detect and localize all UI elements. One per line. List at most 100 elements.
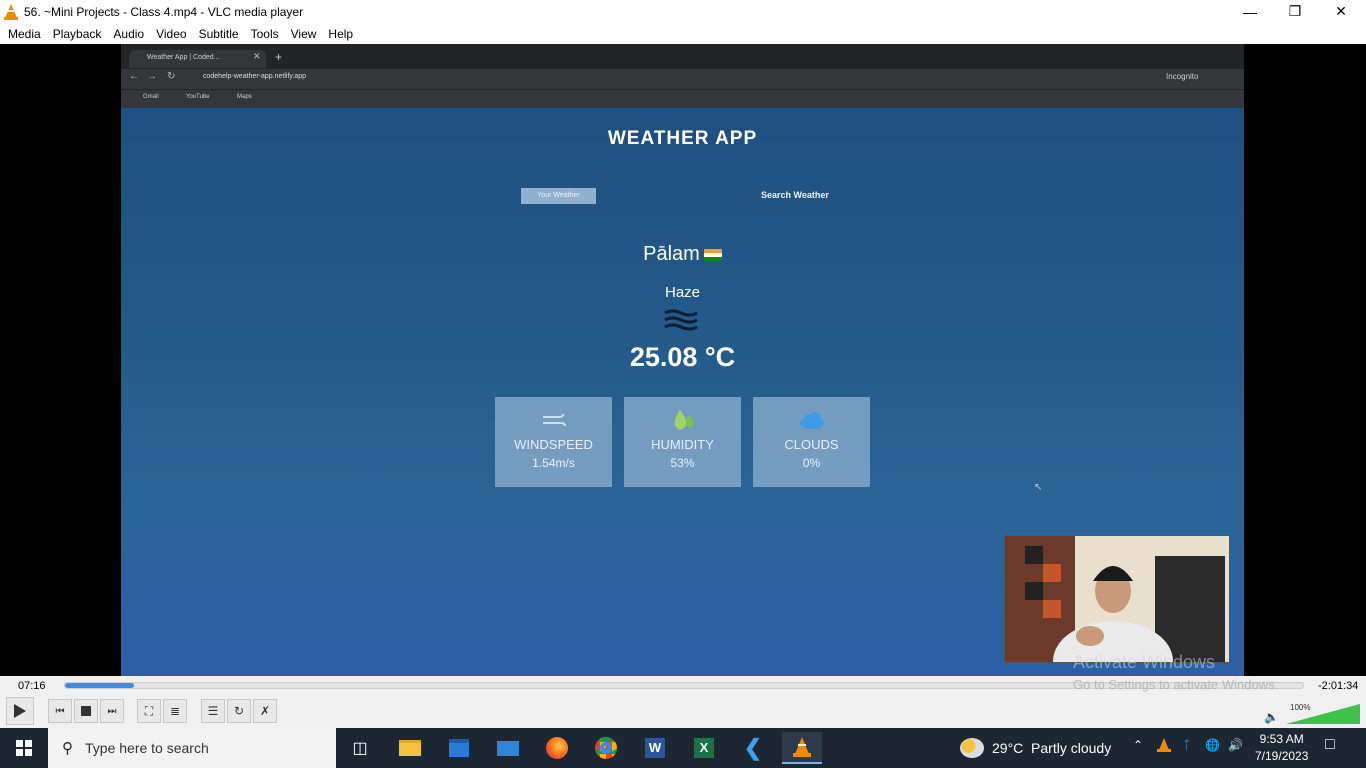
- seek-progress: [65, 683, 135, 688]
- reload-icon: ↻: [167, 71, 176, 82]
- excel-icon: X: [694, 738, 714, 758]
- windspeed-label: WINDSPEED: [514, 437, 593, 452]
- search-icon: ⚲: [62, 740, 73, 757]
- start-button[interactable]: [0, 728, 48, 768]
- play-icon: [14, 704, 26, 718]
- stop-button[interactable]: [74, 699, 98, 723]
- activate-windows-title: Activate Windows: [1073, 652, 1216, 672]
- notifications-icon[interactable]: □: [1325, 736, 1335, 754]
- folder-icon: [399, 740, 421, 756]
- weather-description: Haze: [664, 284, 701, 301]
- bluetooth-icon[interactable]: ᛏ: [1183, 738, 1190, 752]
- network-icon[interactable]: 🌐: [1205, 738, 1220, 752]
- mail-icon: [497, 740, 519, 756]
- menu-view[interactable]: View: [291, 27, 317, 41]
- partly-cloudy-icon: [960, 738, 984, 758]
- app-title: WEATHER APP: [607, 128, 758, 149]
- clock-time: 9:53 AM: [1259, 732, 1304, 746]
- menu-subtitle[interactable]: Subtitle: [199, 27, 239, 41]
- clouds-card: CLOUDS 0%: [753, 397, 870, 487]
- close-button[interactable]: ✕: [1318, 0, 1364, 23]
- menu-tools[interactable]: Tools: [251, 27, 279, 41]
- weather-text: 29°C Partly cloudy: [992, 740, 1112, 756]
- windspeed-card: WINDSPEED 1.54m/s: [495, 397, 612, 487]
- vscode-icon: ❮: [743, 735, 763, 760]
- wind-icon: [542, 413, 566, 427]
- previous-icon: ⏮: [55, 705, 65, 717]
- humidity-label: HUMIDITY: [651, 437, 714, 452]
- menu-playback[interactable]: Playback: [53, 27, 102, 41]
- equalizer-icon: ≣: [169, 704, 181, 718]
- play-button[interactable]: [6, 697, 34, 725]
- forward-icon: →: [147, 71, 157, 82]
- firefox-icon: [546, 737, 568, 759]
- remaining-time[interactable]: -2:01:34: [1318, 680, 1358, 692]
- menu-video[interactable]: Video: [156, 27, 186, 41]
- temperature: 25.08 °C: [629, 342, 736, 372]
- file-explorer-button[interactable]: [390, 732, 430, 764]
- speaker-icon[interactable]: 🔈: [1264, 710, 1279, 724]
- bookmark-maps: Maps: [237, 94, 252, 100]
- flag-icon: [703, 248, 722, 261]
- cloud-icon: [799, 412, 824, 429]
- back-icon: ←: [129, 71, 139, 82]
- restore-button[interactable]: ❐: [1272, 0, 1318, 23]
- webcam-overlay: [1004, 535, 1230, 663]
- mail-button[interactable]: [488, 732, 528, 764]
- vscode-button[interactable]: ❮: [733, 732, 773, 764]
- bookmark-youtube: YouTube: [186, 94, 210, 100]
- clock-date: 7/19/2023: [1255, 749, 1309, 763]
- activate-windows-subtitle: Go to Settings to activate Windows.: [1073, 677, 1279, 692]
- extended-settings-button[interactable]: ≣: [163, 699, 187, 723]
- menu-help[interactable]: Help: [328, 27, 353, 41]
- vlc-taskbar-button[interactable]: [782, 732, 822, 764]
- humidity-icon: [674, 410, 693, 430]
- loop-button[interactable]: ↻: [227, 699, 251, 723]
- fullscreen-button[interactable]: ⛶: [137, 699, 161, 723]
- minimize-button[interactable]: —: [1227, 0, 1273, 23]
- playlist-button[interactable]: ☰: [201, 699, 225, 723]
- haze-icon: [664, 309, 698, 331]
- taskbar-clock[interactable]: 9:53 AM 7/19/2023: [1255, 731, 1308, 765]
- playlist-icon: ☰: [207, 704, 219, 718]
- vlc-icon: [793, 737, 811, 757]
- word-icon: W: [645, 738, 665, 758]
- task-view-button[interactable]: ◫: [340, 732, 380, 764]
- tray-vlc-icon[interactable]: [1157, 738, 1171, 755]
- volume-slider[interactable]: [1286, 704, 1360, 724]
- window-title: 56. ~Mini Projects - Class 4.mp4 - VLC m…: [24, 4, 304, 19]
- random-button[interactable]: ✗: [253, 699, 277, 723]
- previous-button[interactable]: ⏮: [48, 699, 72, 723]
- chrome-icon: [595, 737, 617, 759]
- task-view-icon: ◫: [352, 740, 368, 757]
- humidity-value: 53%: [670, 456, 695, 470]
- loop-icon: ↻: [233, 704, 245, 718]
- clouds-label: CLOUDS: [784, 437, 839, 452]
- windspeed-value: 1.54m/s: [532, 456, 575, 470]
- next-icon: ⏭: [107, 705, 117, 717]
- store-button[interactable]: [439, 732, 479, 764]
- firefox-button[interactable]: [537, 732, 577, 764]
- vlc-cone-icon: [4, 3, 18, 20]
- search-placeholder: Type here to search: [85, 740, 209, 756]
- word-button[interactable]: W: [635, 732, 675, 764]
- menu-media[interactable]: Media: [8, 27, 41, 41]
- excel-button[interactable]: X: [684, 732, 724, 764]
- next-button[interactable]: ⏭: [100, 699, 124, 723]
- taskbar-search[interactable]: ⚲ Type here to search: [48, 728, 336, 768]
- chrome-button[interactable]: [586, 732, 626, 764]
- shuffle-icon: ✗: [259, 704, 271, 718]
- browser-tab: Weather App | Coded...: [129, 50, 266, 68]
- stop-icon: [81, 706, 91, 716]
- tab-your-weather: Your Weather: [521, 188, 596, 204]
- bookmarks-bar: [121, 90, 1244, 108]
- volume-tray-icon[interactable]: 🔊: [1228, 738, 1243, 752]
- bookmark-gmail: Gmail: [143, 94, 159, 100]
- menu-audio[interactable]: Audio: [113, 27, 144, 41]
- elapsed-time: 07:16: [18, 680, 46, 692]
- taskbar-weather[interactable]: 29°C Partly cloudy: [960, 732, 1111, 764]
- tray-chevron-icon[interactable]: ⌃: [1133, 738, 1143, 752]
- presenter-image: [1005, 536, 1229, 662]
- title-bar: 56. ~Mini Projects - Class 4.mp4 - VLC m…: [0, 0, 1366, 23]
- city-name: Pālam: [121, 243, 1244, 266]
